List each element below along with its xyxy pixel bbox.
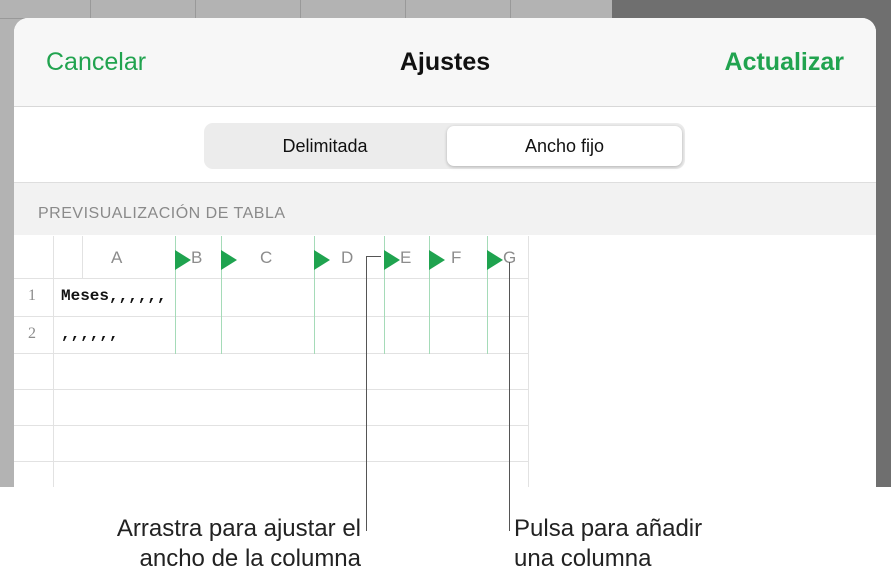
grid-line [14,425,529,426]
segmented-control: Delimitada Ancho fijo [204,123,685,169]
callout-line-drag [366,256,381,257]
column-split-marker-icon[interactable] [429,250,445,270]
caption-drag: Arrastra para ajustar el ancho de la col… [117,514,361,574]
caption-tap: Pulsa para añadir una columna [514,514,702,574]
column-split-marker-icon[interactable] [314,250,330,270]
row-header-separator [53,236,54,487]
mode-selector-area: Delimitada Ancho fijo [14,107,876,183]
row-number: 1 [28,287,36,304]
section-label: PREVISUALIZACIÓN DE TABLA [38,205,286,222]
grid-line [82,236,83,278]
preview-empty-area [529,236,876,487]
section-header: PREVISUALIZACIÓN DE TABLA [14,183,876,235]
column-header-f: F [451,248,462,267]
row-cell-text: ,,,,,, [61,325,119,343]
caption-drag-line2: ancho de la columna [139,545,361,572]
row-cell-text: Meses,,,,,, [61,287,167,305]
grid-line [14,461,529,462]
table-preview: A B C D E F G 1 Meses,,,,,, 2 ,,,,,, [14,236,529,487]
caption-tap-line1: Pulsa para añadir [514,515,703,542]
column-header-b: B [191,248,203,267]
grid-line [14,353,529,354]
column-header-d: D [341,248,354,267]
navigation-bar: Cancelar Ajustes Actualizar [14,18,876,107]
column-header-c: C [260,248,273,267]
row-number: 2 [28,325,36,342]
caption-drag-line1: Arrastra para ajustar el [116,515,361,542]
grid-line [14,316,529,317]
callout-line-drag [366,256,367,531]
column-split-marker-icon[interactable] [221,250,237,270]
segment-fixed-width[interactable]: Ancho fijo [447,126,682,166]
caption-tap-line2: una columna [514,545,652,572]
column-split-marker-icon[interactable] [384,250,400,270]
column-split-marker-icon[interactable] [487,250,503,270]
grid-line [14,389,529,390]
segment-delimited[interactable]: Delimitada [207,126,443,166]
column-header-e: E [400,248,412,267]
callout-line-tap [509,262,510,531]
column-header-a: A [111,248,123,267]
update-button[interactable]: Actualizar [725,48,844,77]
settings-dialog: Cancelar Ajustes Actualizar Delimitada A… [14,18,876,487]
grid-line [14,278,529,279]
column-split-marker-icon[interactable] [175,250,191,270]
